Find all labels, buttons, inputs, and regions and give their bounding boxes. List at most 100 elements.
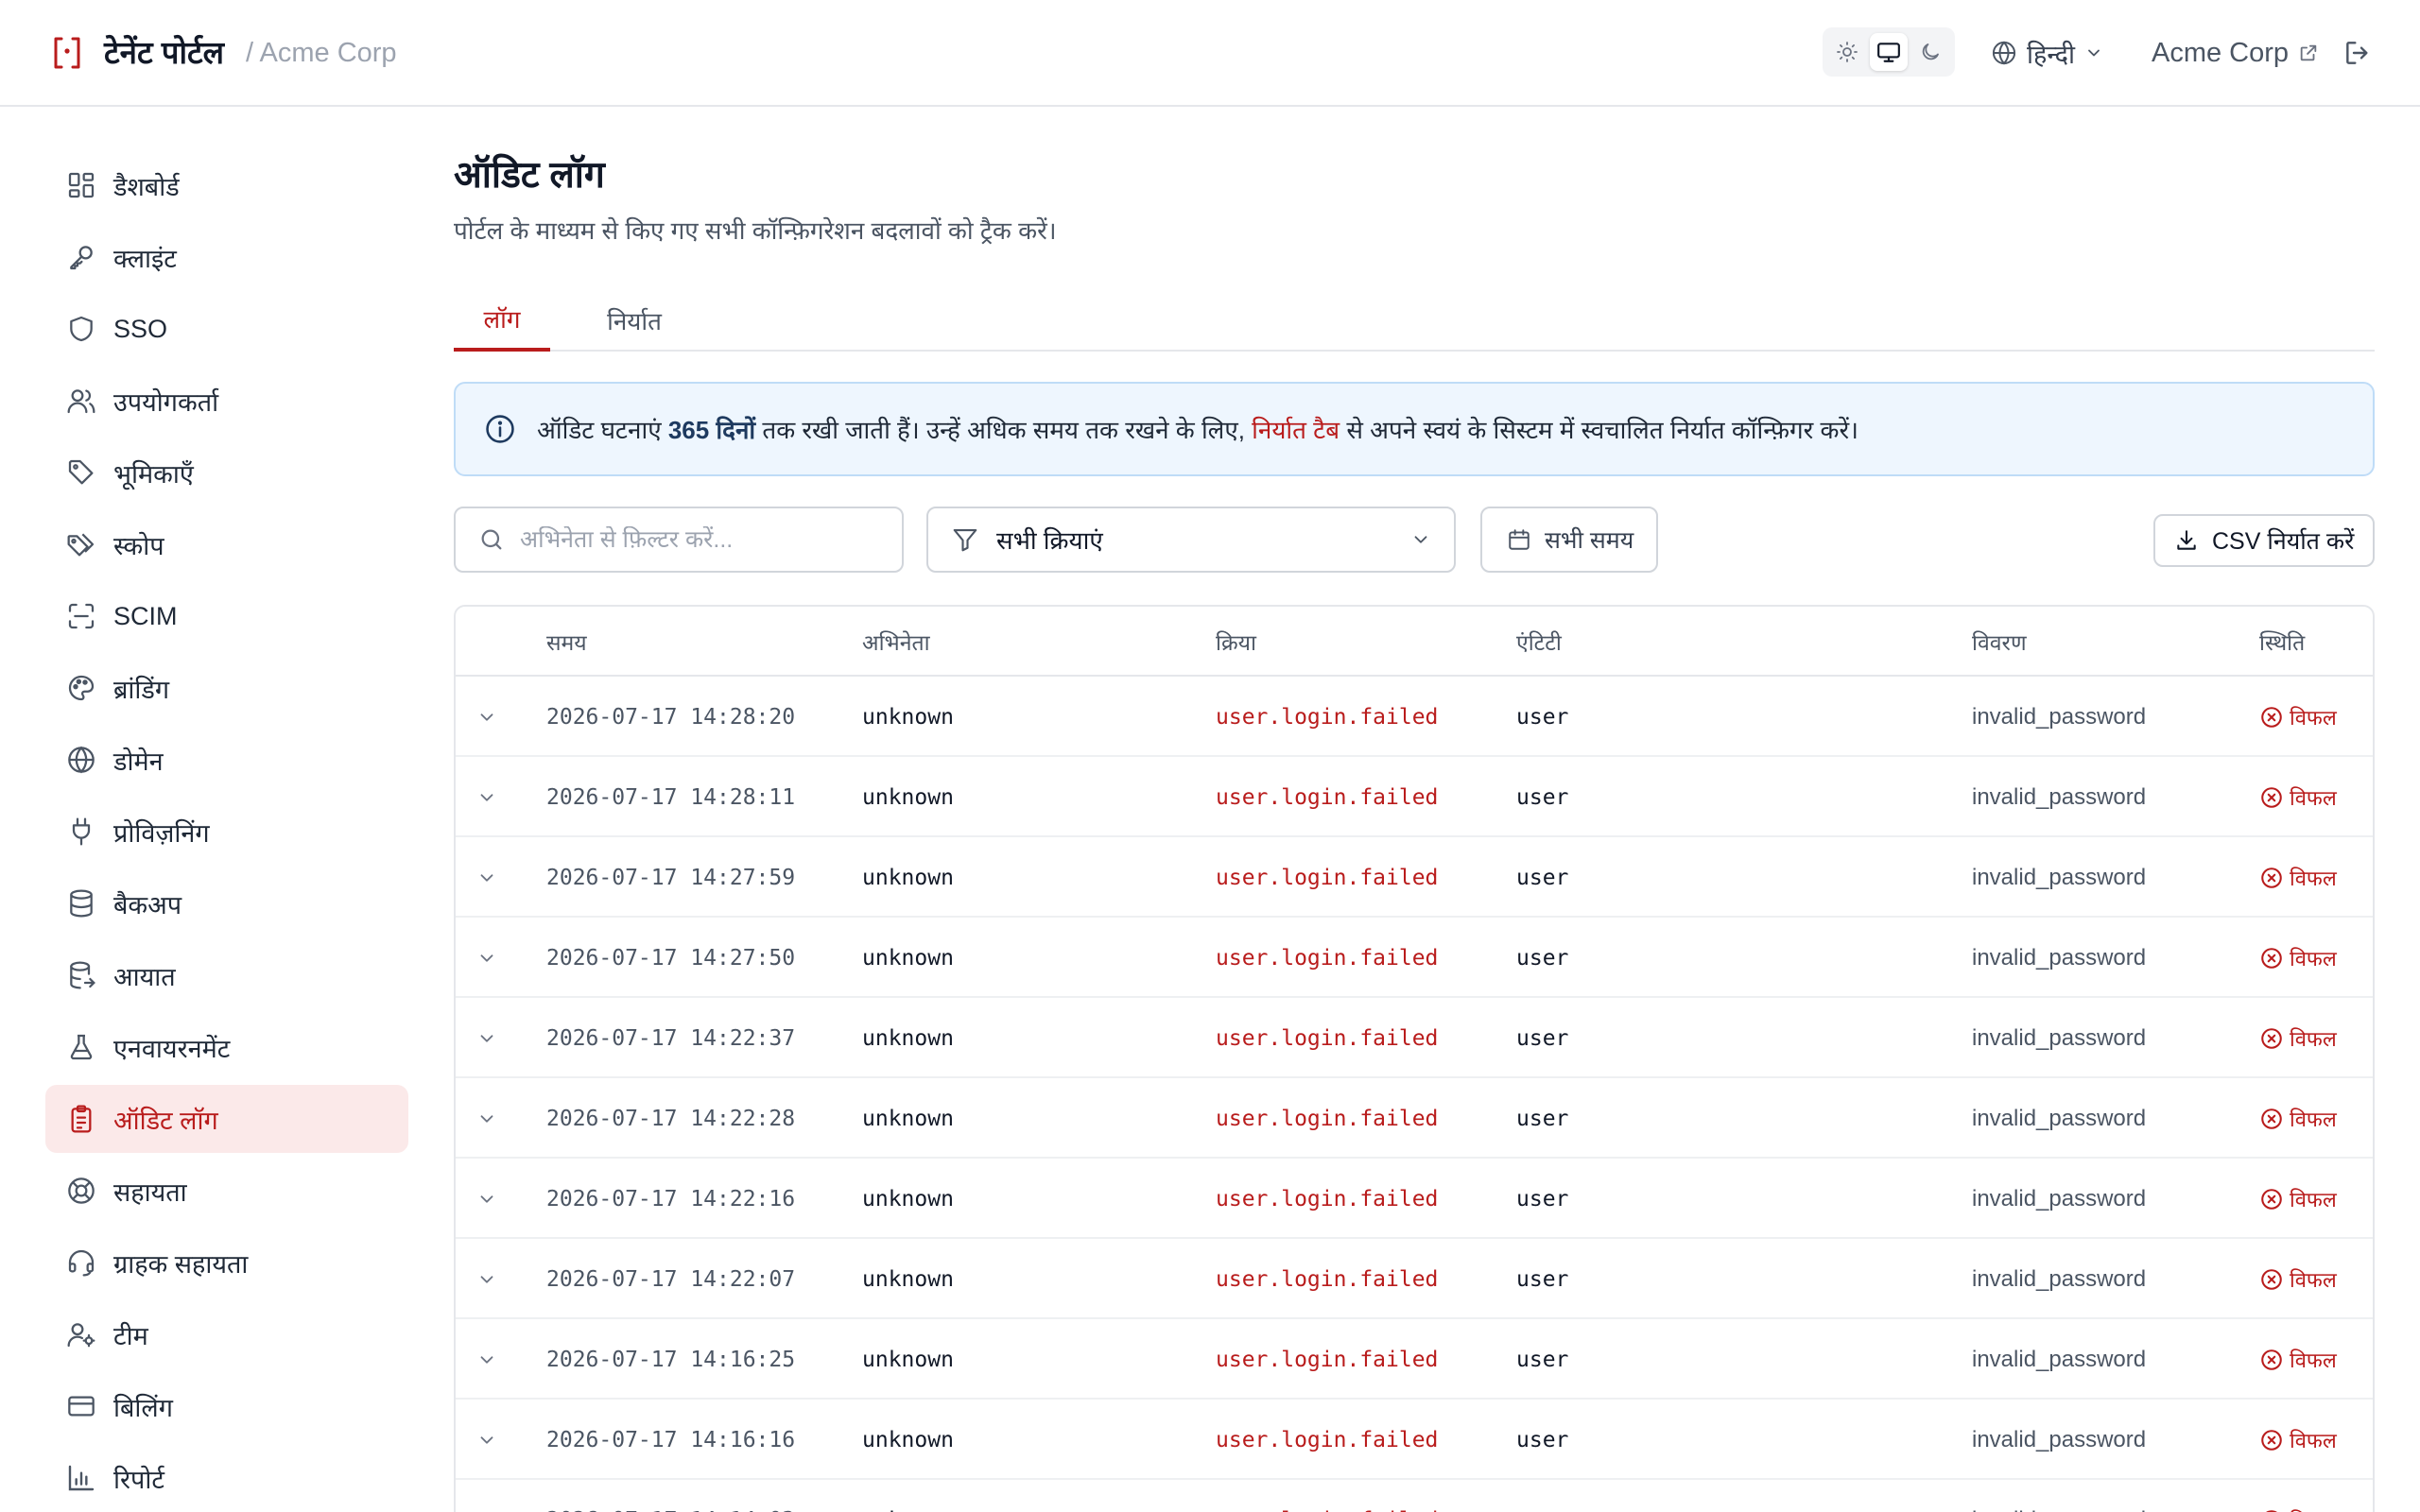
sidebar-item-clients[interactable]: क्लाइंट	[45, 223, 408, 291]
banner-suffix: से अपने स्वयं के सिस्टम में स्वचालित निर…	[1346, 416, 1858, 444]
row-entity: user	[1516, 945, 1569, 971]
row-entity: user	[1516, 1106, 1569, 1131]
table-row[interactable]: 2026-07-17 14:14:03 unknown user.login.f…	[456, 1480, 2373, 1512]
sidebar-item-help[interactable]: सहायता	[45, 1157, 408, 1225]
users-icon	[67, 389, 95, 414]
row-expand-button[interactable]	[476, 1480, 497, 1512]
sidebar-item-scim[interactable]: SCIM	[45, 582, 408, 650]
sidebar-item-label: टीम	[113, 1321, 148, 1350]
row-expand-button[interactable]	[476, 1239, 497, 1319]
sidebar-item-billing[interactable]: बिलिंग	[45, 1372, 408, 1440]
filter-icon	[953, 528, 977, 552]
row-detail: invalid_password	[1972, 703, 2147, 730]
chevron-down-icon	[480, 1355, 493, 1364]
globe-icon	[1992, 41, 2016, 65]
table-row[interactable]: 2026-07-17 14:16:16 unknown user.login.f…	[456, 1400, 2373, 1480]
row-expand-button[interactable]	[476, 757, 497, 837]
row-actor: unknown	[862, 1266, 954, 1292]
export-csv-label: CSV निर्यात करें	[2212, 528, 2355, 555]
theme-dark-button[interactable]	[1911, 33, 1949, 71]
brand-title[interactable]: टेनेंट पोर्टल	[104, 32, 224, 74]
table-body: 2026-07-17 14:28:20 unknown user.login.f…	[456, 677, 2373, 1512]
column-header-time[interactable]: समय	[546, 607, 587, 677]
org-external-link[interactable]: Acme Corp	[2152, 32, 2319, 74]
theme-system-button[interactable]	[1870, 33, 1908, 71]
table-row[interactable]: 2026-07-17 14:28:11 unknown user.login.f…	[456, 757, 2373, 837]
sidebar-item-roles[interactable]: भूमिकाएँ	[45, 438, 408, 507]
row-expand-button[interactable]	[476, 998, 497, 1078]
sidebar-item-domains[interactable]: डोमेन	[45, 726, 408, 794]
monitor-icon	[1877, 43, 1900, 62]
moon-icon	[1922, 43, 1939, 60]
actor-search-input[interactable]	[520, 525, 889, 554]
column-header-details[interactable]: विवरण	[1972, 607, 2027, 677]
chevron-down-icon	[2088, 49, 2100, 57]
row-actor: unknown	[862, 945, 954, 971]
sidebar-item-reports[interactable]: रिपोर्ट	[45, 1444, 408, 1512]
export-csv-button[interactable]: CSV निर्यात करें	[2153, 514, 2375, 567]
calendar-icon	[1509, 529, 1530, 550]
sidebar-item-customer-support[interactable]: ग्राहक सहायता	[45, 1228, 408, 1297]
row-expand-button[interactable]	[476, 1159, 497, 1239]
sidebar-item-import[interactable]: आयात	[45, 941, 408, 1009]
export-tab-link[interactable]: निर्यात टैब	[1252, 416, 1340, 444]
table-row[interactable]: 2026-07-17 14:22:37 unknown user.login.f…	[456, 998, 2373, 1078]
row-detail: invalid_password	[1972, 1480, 2146, 1512]
row-expand-button[interactable]	[476, 677, 497, 757]
time-range-button[interactable]: सभी समय	[1480, 507, 1658, 573]
x-circle-icon	[2261, 1349, 2282, 1370]
database-import-icon	[70, 961, 95, 989]
headset-icon	[68, 1249, 95, 1277]
banner-middle: तक रखी जाती हैं। उन्हें अधिक समय तक रखने…	[762, 416, 1245, 444]
sidebar-item-label: सहायता	[113, 1177, 187, 1207]
sidebar-item-branding[interactable]: ब्रांडिंग	[45, 654, 408, 722]
row-status-label: विफल	[2290, 1267, 2337, 1292]
column-header-entity[interactable]: एंटिटी	[1516, 607, 1562, 677]
sidebar-item-sso[interactable]: SSO	[45, 295, 408, 363]
row-expand-button[interactable]	[476, 1078, 497, 1159]
table-row[interactable]: 2026-07-17 14:22:07 unknown user.login.f…	[456, 1239, 2373, 1319]
sidebar-item-backup[interactable]: बैकअप	[45, 869, 408, 937]
sidebar-item-label: ऑडिट लॉग	[113, 1106, 218, 1135]
table-row[interactable]: 2026-07-17 14:22:16 unknown user.login.f…	[456, 1159, 2373, 1239]
sidebar-item-users[interactable]: उपयोगकर्ता	[45, 367, 408, 435]
dashboard-icon	[68, 172, 95, 198]
sidebar-nav: डैशबोर्ड क्लाइंट SSO उपयोगकर्ता भूमिकाएँ…	[45, 151, 408, 1512]
table-row[interactable]: 2026-07-17 14:27:59 unknown user.login.f…	[456, 837, 2373, 918]
sidebar-item-audit-log[interactable]: ऑडिट लॉग	[45, 1085, 408, 1153]
row-status-label: विफल	[2290, 785, 2337, 810]
sidebar-item-label: बैकअप	[113, 890, 182, 919]
column-header-action[interactable]: क्रिया	[1216, 607, 1256, 677]
sidebar-item-scopes[interactable]: स्कोप	[45, 510, 408, 578]
column-header-status[interactable]: स्थिति	[2259, 607, 2305, 677]
row-action: user.login.failed	[1216, 1427, 1439, 1452]
sidebar-item-environment[interactable]: एनवायरनमेंट	[45, 1013, 408, 1081]
action-filter-select[interactable]: सभी क्रियाएं	[926, 507, 1456, 573]
row-expand-button[interactable]	[476, 837, 497, 918]
theme-light-button[interactable]	[1828, 33, 1866, 71]
logout-button[interactable]	[2342, 38, 2373, 68]
row-status-label: विफल	[2290, 705, 2337, 730]
tab-export[interactable]: निर्यात	[582, 289, 686, 352]
row-status-label: विफल	[2290, 1187, 2337, 1211]
row-status-badge: विफल	[2259, 1078, 2337, 1159]
sidebar-item-team[interactable]: टीम	[45, 1300, 408, 1368]
table-row[interactable]: 2026-07-17 14:28:20 unknown user.login.f…	[456, 677, 2373, 757]
table-row[interactable]: 2026-07-17 14:22:28 unknown user.login.f…	[456, 1078, 2373, 1159]
row-detail: invalid_password	[1972, 1346, 2147, 1372]
row-expand-button[interactable]	[476, 918, 497, 998]
sidebar-item-dashboard[interactable]: डैशबोर्ड	[45, 151, 408, 219]
language-select[interactable]: हिन्दी	[1991, 34, 2103, 72]
tab-logs[interactable]: लॉग	[454, 289, 550, 352]
table-row[interactable]: 2026-07-17 14:27:50 unknown user.login.f…	[456, 918, 2373, 998]
sidebar-item-label: उपयोगकर्ता	[113, 387, 219, 417]
sidebar-item-provisioning[interactable]: प्रोविज़निंग	[45, 798, 408, 866]
x-circle-icon	[2261, 706, 2282, 728]
x-circle-icon	[2261, 867, 2282, 888]
row-expand-button[interactable]	[476, 1319, 497, 1400]
x-circle-icon	[2261, 1027, 2282, 1049]
table-row[interactable]: 2026-07-17 14:16:25 unknown user.login.f…	[456, 1319, 2373, 1400]
row-expand-button[interactable]	[476, 1400, 497, 1480]
row-status-label: विफल	[2290, 1026, 2337, 1051]
column-header-actor[interactable]: अभिनेता	[862, 607, 930, 677]
